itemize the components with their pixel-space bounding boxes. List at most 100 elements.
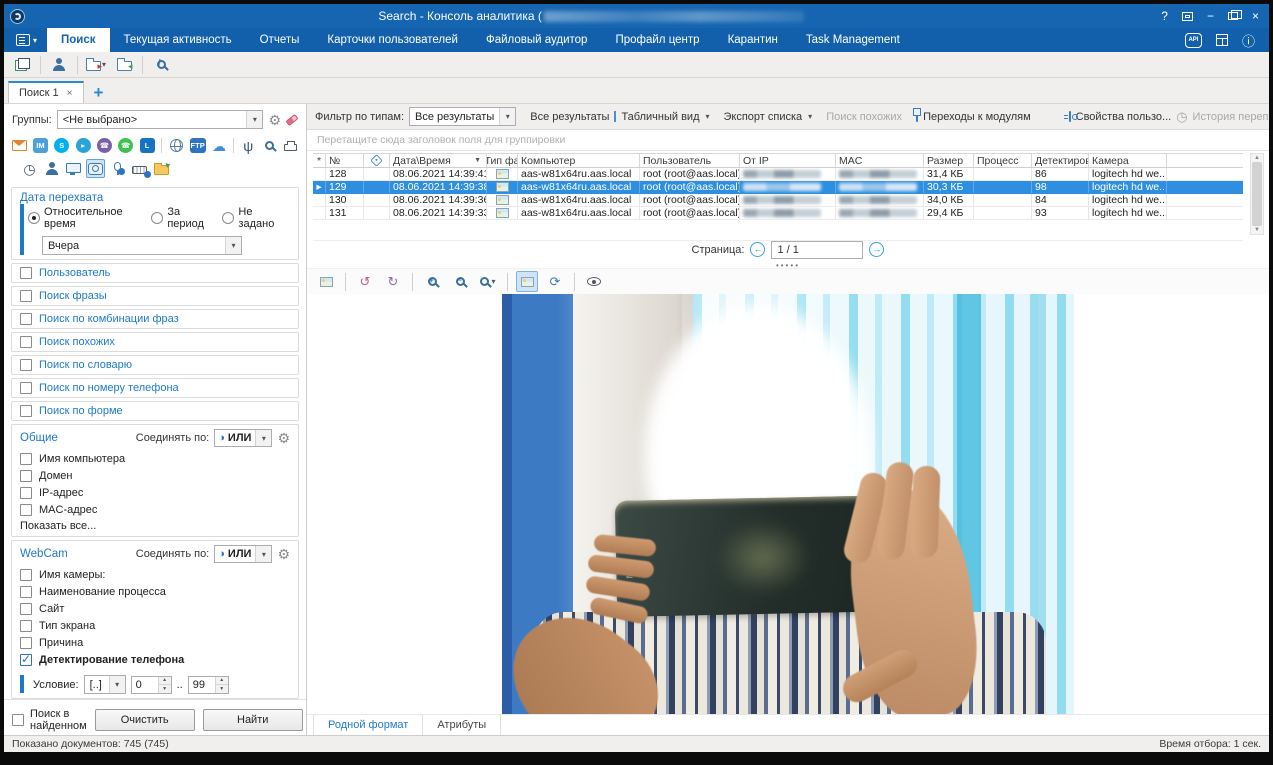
filter-box[interactable]: Пользователь	[11, 263, 299, 283]
column-header[interactable]: Компьютер	[518, 154, 640, 167]
filter-box[interactable]: Поиск похожих	[11, 332, 299, 352]
filter-box[interactable]: Поиск фразы	[11, 286, 299, 306]
filter-box[interactable]: Поиск по словарю	[11, 355, 299, 375]
checkbox-item[interactable]: Имя камеры:	[20, 566, 290, 583]
scroll-down-icon[interactable]: ▼	[1254, 227, 1260, 233]
close-tab-icon[interactable]: ×	[67, 88, 73, 99]
scroll-up-icon[interactable]: ▲	[1254, 155, 1260, 161]
find-button[interactable]: Найти	[203, 709, 303, 731]
table-row[interactable]: ▸12908.06.2021 14:39:38aas-w81x64ru.aas.…	[313, 181, 1243, 194]
user-search-button[interactable]	[47, 54, 71, 76]
viewer-tab[interactable]: Родной формат	[313, 715, 423, 735]
common-settings-icon[interactable]: ⚙	[277, 431, 290, 445]
column-header[interactable]: Тип фа	[487, 154, 518, 167]
filter-checkbox[interactable]	[20, 405, 32, 417]
microphone-icon[interactable]	[108, 159, 127, 178]
filter-checkbox[interactable]	[20, 267, 32, 279]
filter-checkbox[interactable]	[20, 359, 32, 371]
prev-page-button[interactable]: ←	[750, 242, 765, 257]
time-activity-icon[interactable]: ◷	[20, 159, 39, 178]
column-header[interactable]: Процесс	[974, 154, 1032, 167]
condition-to-stepper[interactable]: 99 ▲▼	[188, 676, 229, 694]
column-header[interactable]: MAC	[836, 154, 924, 167]
filter-box[interactable]: Поиск по комбинации фраз	[11, 309, 299, 329]
auto-refresh-button[interactable]: ⟳	[544, 271, 566, 292]
save-image-button[interactable]	[315, 271, 337, 292]
webcam-settings-icon[interactable]: ⚙	[277, 547, 290, 561]
item-checkbox[interactable]	[20, 586, 32, 598]
condition-from-stepper[interactable]: 0 ▲▼	[131, 676, 172, 694]
export-list-button[interactable]: Экспорт списка	[724, 111, 803, 123]
skype-icon[interactable]: S	[53, 136, 71, 155]
checkbox-item[interactable]: Имя компьютера	[20, 450, 290, 467]
lync-icon[interactable]: L	[138, 136, 156, 155]
item-checkbox[interactable]	[20, 470, 32, 482]
all-results-button[interactable]: Все результаты	[530, 111, 609, 123]
info-icon[interactable]: ⓘ	[1242, 31, 1255, 50]
date-radio-label[interactable]: Относительное время	[44, 206, 141, 230]
splitter-handle[interactable]: •••••	[307, 262, 1269, 269]
filter-checkbox[interactable]	[20, 336, 32, 348]
table-scrollbar[interactable]: ▲ ▼	[1250, 153, 1264, 235]
column-header[interactable]	[364, 154, 390, 167]
checkbox-item[interactable]: Сайт	[20, 600, 290, 617]
device-search-icon[interactable]	[260, 136, 278, 155]
next-page-button[interactable]: →	[869, 242, 884, 257]
viewer-tab[interactable]: Атрибуты	[423, 715, 501, 735]
checkbox-item[interactable]: Причина	[20, 634, 290, 651]
menu-tab[interactable]: Отчеты	[246, 28, 314, 52]
rotate-left-button[interactable]: ↺	[354, 271, 376, 292]
api-icon[interactable]: API	[1185, 33, 1202, 48]
column-header[interactable]: №	[326, 154, 364, 167]
table-row[interactable]: 12808.06.2021 14:39:41aas-w81x64ru.aas.l…	[313, 168, 1243, 181]
groups-combo[interactable]: <Не выбрано> ▾	[57, 110, 264, 129]
usb-icon[interactable]: ψ	[239, 136, 257, 155]
monitor-icon[interactable]	[64, 159, 83, 178]
filter-checkbox[interactable]	[20, 382, 32, 394]
rotate-right-button[interactable]: ↻	[382, 271, 404, 292]
page-input[interactable]: 1 / 1	[771, 241, 863, 259]
condition-operator-combo[interactable]: [..] ▾	[84, 675, 126, 694]
cloud-icon[interactable]: ☁	[210, 136, 228, 155]
minimize-button[interactable]: −	[1207, 10, 1214, 22]
restore-button[interactable]	[1228, 12, 1238, 20]
column-header[interactable]: От IP	[740, 154, 836, 167]
checkbox-item[interactable]: Домен	[20, 467, 290, 484]
item-checkbox[interactable]	[20, 654, 32, 666]
menu-tab[interactable]: Файловый аудитор	[472, 28, 602, 52]
filter-checkbox[interactable]	[20, 290, 32, 302]
search-tab[interactable]: Поиск 1 ×	[8, 81, 84, 103]
menu-tab[interactable]: Текущая активность	[110, 28, 246, 52]
view-mode-button[interactable]: Табличный вид	[621, 111, 699, 123]
search-in-found[interactable]: Поиск в найденном	[12, 708, 87, 732]
column-header[interactable]: Дата\Время▼	[390, 154, 487, 167]
app-menu-button[interactable]: ▾	[4, 28, 47, 52]
column-header[interactable]: Пользователь	[640, 154, 740, 167]
ftp-icon[interactable]: FTP	[188, 136, 206, 155]
modules-cube-icon[interactable]	[1216, 34, 1228, 46]
viber-icon[interactable]: ☎	[95, 136, 113, 155]
zoom-level-button[interactable]: ▾	[477, 271, 499, 292]
fit-to-window-button[interactable]	[516, 271, 538, 292]
checkbox-item[interactable]: Тип экрана	[20, 617, 290, 634]
search-in-found-checkbox[interactable]	[12, 714, 24, 726]
item-checkbox[interactable]	[20, 453, 32, 465]
date-radio[interactable]	[151, 212, 163, 224]
zoom-in-button[interactable]: +	[421, 271, 443, 292]
menu-tab[interactable]: Поиск	[47, 28, 110, 52]
close-button[interactable]: ×	[1252, 10, 1259, 22]
keylogger-icon[interactable]	[130, 159, 149, 178]
files-icon[interactable]	[152, 159, 171, 178]
id-search-button[interactable]: ⅈ	[149, 54, 173, 76]
telegram-icon[interactable]: ▸	[74, 136, 92, 155]
type-filter-combo[interactable]: Все результаты ▾	[409, 107, 516, 126]
checkbox-item[interactable]: IP-адрес	[20, 484, 290, 501]
webcam-icon[interactable]	[86, 159, 105, 178]
clear-groups-icon[interactable]	[285, 113, 298, 125]
groups-settings-icon[interactable]: ⚙	[268, 113, 281, 127]
filter-box[interactable]: Поиск по форме	[11, 401, 299, 421]
http-icon[interactable]	[167, 136, 185, 155]
scrollbar-thumb[interactable]	[1252, 162, 1262, 226]
checkbox-item[interactable]: Наименование процесса	[20, 583, 290, 600]
zoom-out-button[interactable]: −	[449, 271, 471, 292]
